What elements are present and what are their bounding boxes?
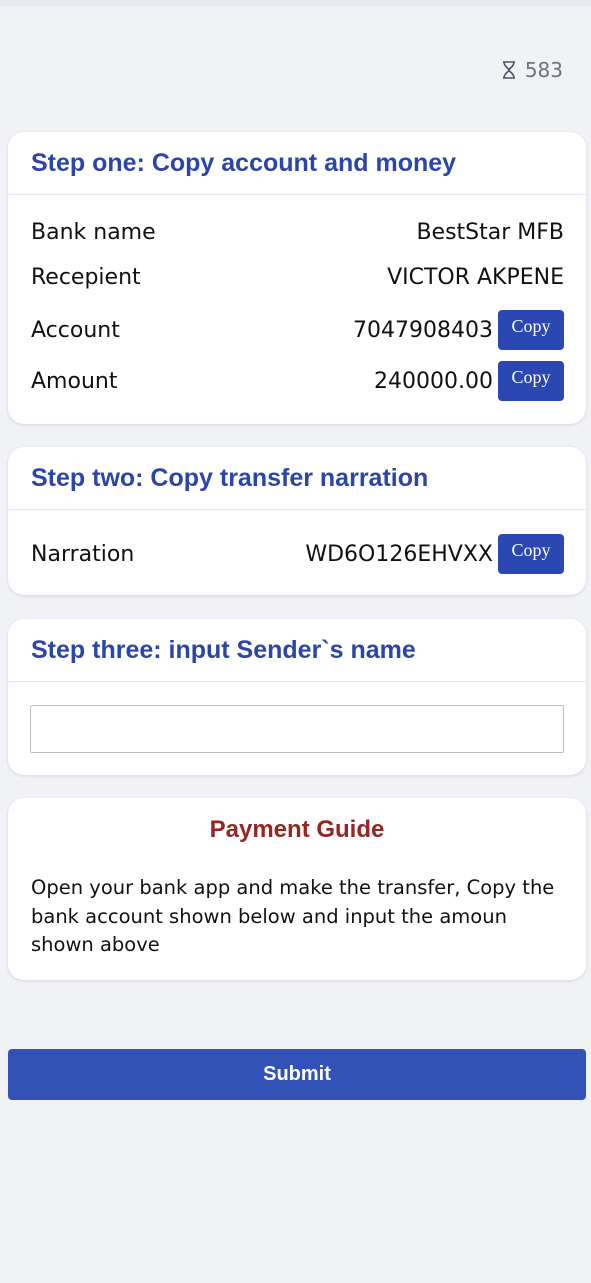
hourglass-icon bbox=[502, 61, 515, 79]
narration-label: Narration bbox=[31, 541, 135, 567]
recipient-value: VICTOR AKPENE bbox=[387, 265, 564, 290]
copy-narration-button[interactable]: Copy bbox=[498, 534, 564, 574]
step-three-title: Step three: input Sender`s name bbox=[31, 635, 416, 664]
payment-guide-title: Payment Guide bbox=[209, 816, 385, 843]
step-three-header: Step three: input Sender`s name bbox=[8, 619, 586, 682]
step-two-title: Step two: Copy transfer narration bbox=[31, 463, 429, 492]
amount-label: Amount bbox=[31, 368, 118, 394]
account-label: Account bbox=[31, 317, 120, 343]
step-two-card: Step two: Copy transfer narration Narrat… bbox=[8, 447, 586, 595]
amount-row: Amount 240000.00 Copy bbox=[8, 360, 586, 402]
copy-account-button[interactable]: Copy bbox=[498, 310, 564, 350]
account-value: 7047908403 bbox=[353, 317, 493, 343]
timer-value: 583 bbox=[524, 58, 563, 82]
payment-guide-text: Open your bank app and make the transfer… bbox=[31, 876, 555, 956]
bank-name-row: Bank name BestStar MFB bbox=[8, 220, 586, 245]
payment-guide-card: Payment Guide Open your bank app and mak… bbox=[8, 798, 586, 980]
narration-row: Narration WD6O126EHVXX Copy bbox=[8, 533, 586, 575]
submit-button[interactable]: Submit bbox=[8, 1049, 586, 1100]
countdown-timer: 583 bbox=[501, 58, 563, 82]
step-one-card: Step one: Copy account and money Bank na… bbox=[8, 132, 586, 424]
step-three-card: Step three: input Sender`s name bbox=[8, 619, 586, 775]
step-one-header: Step one: Copy account and money bbox=[8, 132, 586, 195]
amount-value: 240000.00 bbox=[374, 368, 493, 394]
account-row: Account 7047908403 Copy bbox=[8, 309, 586, 351]
copy-amount-button[interactable]: Copy bbox=[498, 361, 564, 401]
recipient-row: Recepient VICTOR AKPENE bbox=[8, 265, 586, 290]
step-one-title: Step one: Copy account and money bbox=[31, 148, 457, 177]
narration-value: WD6O126EHVXX bbox=[305, 541, 493, 567]
bank-name-label: Bank name bbox=[31, 220, 156, 245]
step-two-header: Step two: Copy transfer narration bbox=[8, 447, 586, 510]
recipient-label: Recepient bbox=[31, 265, 141, 290]
sender-name-input[interactable] bbox=[30, 705, 564, 753]
bank-name-value: BestStar MFB bbox=[416, 220, 564, 245]
